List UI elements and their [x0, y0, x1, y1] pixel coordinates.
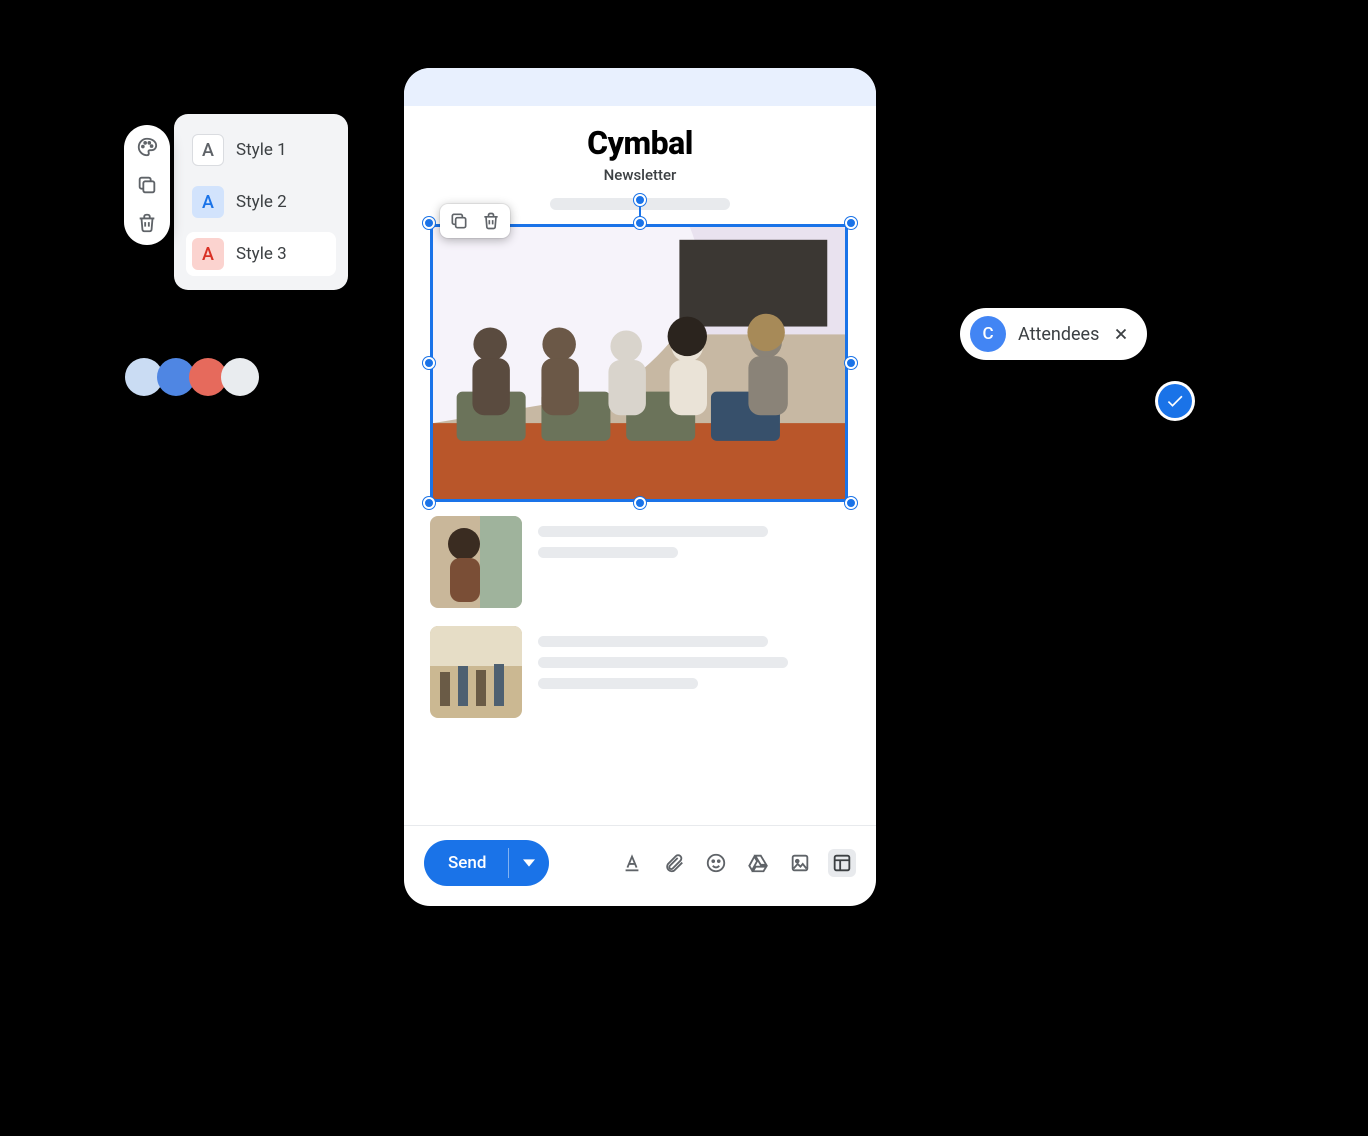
compose-footer: Send [404, 825, 876, 906]
emoji-icon[interactable] [702, 849, 730, 877]
send-more-options[interactable] [509, 840, 549, 886]
recipient-chip[interactable]: C Attendees [960, 308, 1147, 360]
resize-handle-tr[interactable] [845, 217, 857, 229]
style-swatch-1: A [192, 134, 224, 166]
text-placeholders-2 [538, 626, 850, 718]
resize-handle-tm[interactable] [634, 217, 646, 229]
style-label-1: Style 1 [236, 140, 287, 160]
layout-icon[interactable] [828, 849, 856, 877]
style-label-3: Style 3 [236, 244, 287, 264]
image-icon[interactable] [786, 849, 814, 877]
selected-check-icon [1158, 384, 1192, 418]
content-row-2[interactable] [430, 626, 850, 718]
color-palette [125, 358, 259, 396]
duplicate-icon[interactable] [448, 210, 470, 232]
brand-subtitle: Newsletter [430, 166, 850, 184]
chip-avatar: C [970, 316, 1006, 352]
style-option-3[interactable]: A Style 3 [186, 232, 336, 276]
resize-handle-tl[interactable] [423, 217, 435, 229]
hero-image[interactable] [430, 224, 848, 502]
resize-handle-br[interactable] [845, 497, 857, 509]
format-toolbar [618, 849, 856, 877]
attachment-icon[interactable] [660, 849, 688, 877]
palette-color-4[interactable] [221, 358, 259, 396]
content-row-1[interactable] [430, 516, 850, 608]
component-toolbar [124, 125, 170, 245]
delete-icon[interactable] [135, 211, 159, 235]
style-option-2[interactable]: A Style 2 [186, 180, 336, 224]
selection-drag-handle[interactable] [634, 194, 646, 206]
chip-label: Attendees [1018, 324, 1099, 345]
selection-toolbar [440, 204, 510, 238]
style-swatch-2: A [192, 186, 224, 218]
thumbnail-2 [430, 626, 522, 718]
send-button-label: Send [424, 840, 508, 886]
resize-handle-mr[interactable] [845, 357, 857, 369]
text-placeholders-1 [538, 516, 850, 608]
copy-icon[interactable] [135, 173, 159, 197]
thumbnail-1 [430, 516, 522, 608]
drive-icon[interactable] [744, 849, 772, 877]
trash-icon[interactable] [480, 210, 502, 232]
send-button[interactable]: Send [424, 840, 549, 886]
text-color-icon[interactable] [618, 849, 646, 877]
compose-window: Cymbal Newsletter [404, 68, 876, 906]
style-label-2: Style 2 [236, 192, 287, 212]
chip-remove-icon[interactable] [1111, 324, 1131, 344]
brand-title: Cymbal [430, 124, 850, 162]
style-picker-panel: A Style 1 A Style 2 A Style 3 [174, 114, 348, 290]
palette-icon[interactable] [135, 135, 159, 159]
resize-handle-bl[interactable] [423, 497, 435, 509]
compose-body: Cymbal Newsletter [404, 106, 876, 825]
resize-handle-ml[interactable] [423, 357, 435, 369]
style-option-1[interactable]: A Style 1 [186, 128, 336, 172]
compose-titlebar[interactable] [404, 68, 876, 106]
resize-handle-bm[interactable] [634, 497, 646, 509]
selected-image-block[interactable] [430, 224, 850, 502]
style-swatch-3: A [192, 238, 224, 270]
